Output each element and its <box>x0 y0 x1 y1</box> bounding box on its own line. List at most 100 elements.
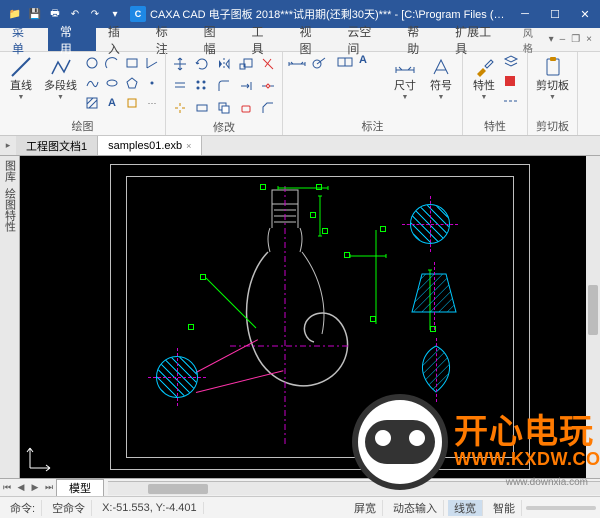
point-icon[interactable] <box>143 74 161 92</box>
ribbon-tabs: 菜单 常用 插入 标注 图幅 工具 视图 云空间 帮助 扩展工具 风格 ▾ – … <box>0 28 600 52</box>
panel-library[interactable]: 图库 <box>2 160 18 182</box>
mirror-icon[interactable] <box>214 54 234 74</box>
polyline-icon <box>50 56 72 78</box>
tab-nav-last[interactable]: ⏭ <box>42 482 56 493</box>
text-dim-icon[interactable]: A <box>359 54 379 72</box>
extend-icon[interactable] <box>236 76 256 96</box>
tab-nav-next[interactable]: ▶ <box>28 482 42 493</box>
array-icon[interactable] <box>192 76 212 96</box>
qat-print-icon[interactable]: 🖶 <box>48 7 62 21</box>
text-icon[interactable]: A <box>103 94 121 112</box>
group-modify: 修改 <box>166 52 283 135</box>
status-blank: 空命令 <box>46 500 92 516</box>
mdi-restore-icon[interactable]: ❐ <box>571 34 580 45</box>
panel-drawprops[interactable]: 绘图特性 <box>2 188 18 232</box>
symbol-button[interactable]: 符号 ▼ <box>424 54 458 103</box>
dimension-icon <box>394 56 416 78</box>
rect-icon[interactable] <box>123 54 141 72</box>
tab-frame[interactable]: 图幅 <box>192 28 240 51</box>
status-smart[interactable]: 智能 <box>487 500 522 516</box>
color-icon[interactable] <box>503 74 523 92</box>
clipboard-icon <box>542 56 564 78</box>
clipboard-button[interactable]: 剪切板 ▼ <box>532 54 573 103</box>
status-coords: X:-51.553, Y:-4.401 <box>96 502 204 514</box>
more-icon[interactable]: ⋯ <box>143 94 161 112</box>
erase-icon[interactable] <box>236 98 256 118</box>
tol-dim-icon[interactable] <box>335 54 357 72</box>
maximize-button[interactable]: ☐ <box>540 0 570 28</box>
tab-menu[interactable]: 菜单 <box>0 28 48 51</box>
doctab-1[interactable]: 工程图文档1 <box>16 136 98 155</box>
status-dyninput[interactable]: 动态输入 <box>387 500 444 516</box>
trim-icon[interactable] <box>258 54 278 74</box>
mdi-close-icon[interactable]: × <box>586 34 592 45</box>
stretch-icon[interactable] <box>192 98 212 118</box>
linear-dim-icon[interactable] <box>287 54 309 72</box>
scale-icon[interactable] <box>236 54 256 74</box>
doctab-2[interactable]: samples01.exb × <box>98 136 202 155</box>
chamfer-icon[interactable] <box>258 98 278 118</box>
tab-insert[interactable]: 插入 <box>96 28 144 51</box>
tab-cloud[interactable]: 云空间 <box>335 28 395 51</box>
fillet-icon[interactable] <box>214 76 234 96</box>
status-lineweight[interactable]: 线宽 <box>448 500 483 516</box>
qat-save-icon[interactable]: 💾 <box>28 7 42 21</box>
tab-tools[interactable]: 工具 <box>240 28 288 51</box>
line-icon <box>10 56 32 78</box>
style-label[interactable]: 风格 <box>523 25 543 55</box>
explode-icon[interactable] <box>170 98 190 118</box>
mdi-minimize-icon[interactable]: – <box>560 34 566 45</box>
chevron-down-icon: ▼ <box>481 94 488 101</box>
watermark-overlay: 开心电玩 WWW.KXDW.COI <box>352 394 600 490</box>
polygon-icon[interactable] <box>123 74 141 92</box>
left-panel: 图库 绘图特性 <box>0 156 20 478</box>
style-dropdown-icon[interactable]: ▾ <box>549 34 554 45</box>
tab-nav-first[interactable]: ⏮ <box>0 482 14 493</box>
line-button[interactable]: 直线 ▼ <box>4 54 38 103</box>
polyline-button[interactable]: 多段线 ▼ <box>40 54 81 103</box>
ellipse-icon[interactable] <box>103 74 121 92</box>
tab-help[interactable]: 帮助 <box>395 28 443 51</box>
break-icon[interactable] <box>258 76 278 96</box>
arc-icon[interactable] <box>103 54 121 72</box>
circle-icon[interactable] <box>83 54 101 72</box>
tab-nav-prev[interactable]: ◀ <box>14 482 28 493</box>
status-screenwidth[interactable]: 屏宽 <box>348 500 383 516</box>
centerline <box>430 196 431 252</box>
rotate-icon[interactable] <box>192 54 212 74</box>
panel-toggle-left[interactable]: ▸ <box>0 136 16 155</box>
brand-url: WWW.KXDW.COI <box>454 449 600 470</box>
qat-redo-icon[interactable]: ↷ <box>88 7 102 21</box>
properties-button[interactable]: 特性 ▼ <box>467 54 501 103</box>
hatch-icon[interactable] <box>83 94 101 112</box>
dimension-button[interactable]: 尺寸 ▼ <box>388 54 422 103</box>
model-tab[interactable]: 模型 <box>56 479 104 496</box>
angle-icon[interactable] <box>143 54 161 72</box>
spline-icon[interactable] <box>83 74 101 92</box>
group-clip-label: 剪切板 <box>532 117 573 135</box>
zoom-slider[interactable] <box>526 506 596 510</box>
qat-folder-icon[interactable]: 📁 <box>8 7 22 21</box>
chevron-down-icon: ▼ <box>402 94 409 101</box>
qat-down-icon[interactable]: ▾ <box>108 7 122 21</box>
close-button[interactable]: ✕ <box>570 0 600 28</box>
move-icon[interactable] <box>170 54 190 74</box>
layer-icon[interactable] <box>503 54 523 72</box>
group-props-label: 特性 <box>467 117 523 135</box>
offset-icon[interactable] <box>170 76 190 96</box>
tab-annotate[interactable]: 标注 <box>144 28 192 51</box>
copy-icon[interactable] <box>214 98 234 118</box>
modify-tools <box>170 54 278 118</box>
close-tab-icon[interactable]: × <box>186 141 191 151</box>
tab-common[interactable]: 常用 <box>48 28 96 51</box>
chevron-down-icon: ▼ <box>438 94 445 101</box>
document-tabs: ▸ 工程图文档1 samples01.exb × <box>0 136 600 156</box>
qat-undo-icon[interactable]: ↶ <box>68 7 82 21</box>
linetype-icon[interactable] <box>503 94 523 112</box>
command-prompt[interactable]: 命令: <box>4 500 42 516</box>
tab-view[interactable]: 视图 <box>287 28 335 51</box>
tab-extend[interactable]: 扩展工具 <box>443 28 515 51</box>
draw-small-tools: A ⋯ <box>83 54 161 112</box>
block-icon[interactable] <box>123 94 141 112</box>
radial-dim-icon[interactable] <box>311 54 333 72</box>
